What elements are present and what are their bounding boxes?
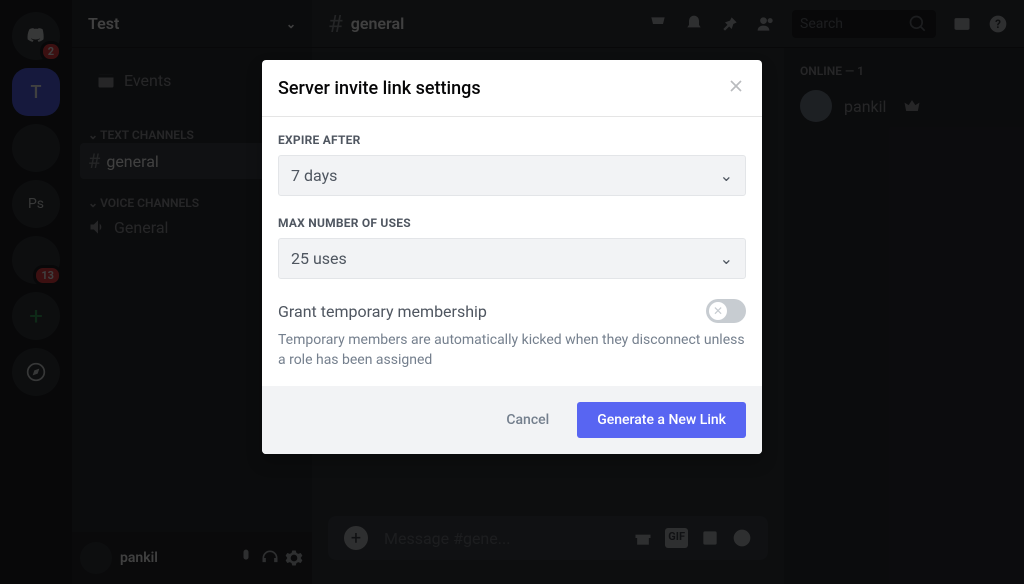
invite-settings-modal: Server invite link settings EXPIRE AFTER…	[262, 60, 762, 454]
chevron-down-icon: ⌄	[720, 249, 733, 268]
temp-membership-desc: Temporary members are automatically kick…	[278, 331, 746, 370]
cancel-button[interactable]: Cancel	[486, 402, 569, 438]
expire-label: EXPIRE AFTER	[278, 133, 746, 147]
toggle-knob: ✕	[709, 302, 727, 320]
temp-membership-label: Grant temporary membership	[278, 302, 487, 321]
max-uses-label: MAX NUMBER OF USES	[278, 216, 746, 230]
expire-select[interactable]: 7 days ⌄	[278, 155, 746, 196]
close-icon	[726, 76, 746, 96]
temp-membership-toggle[interactable]: ✕	[706, 299, 746, 323]
chevron-down-icon: ⌄	[720, 166, 733, 185]
modal-title: Server invite link settings	[278, 78, 481, 99]
close-button[interactable]	[726, 76, 746, 100]
expire-value: 7 days	[291, 166, 337, 185]
generate-link-button[interactable]: Generate a New Link	[577, 402, 746, 438]
max-uses-select[interactable]: 25 uses ⌄	[278, 238, 746, 279]
max-uses-value: 25 uses	[291, 249, 347, 268]
